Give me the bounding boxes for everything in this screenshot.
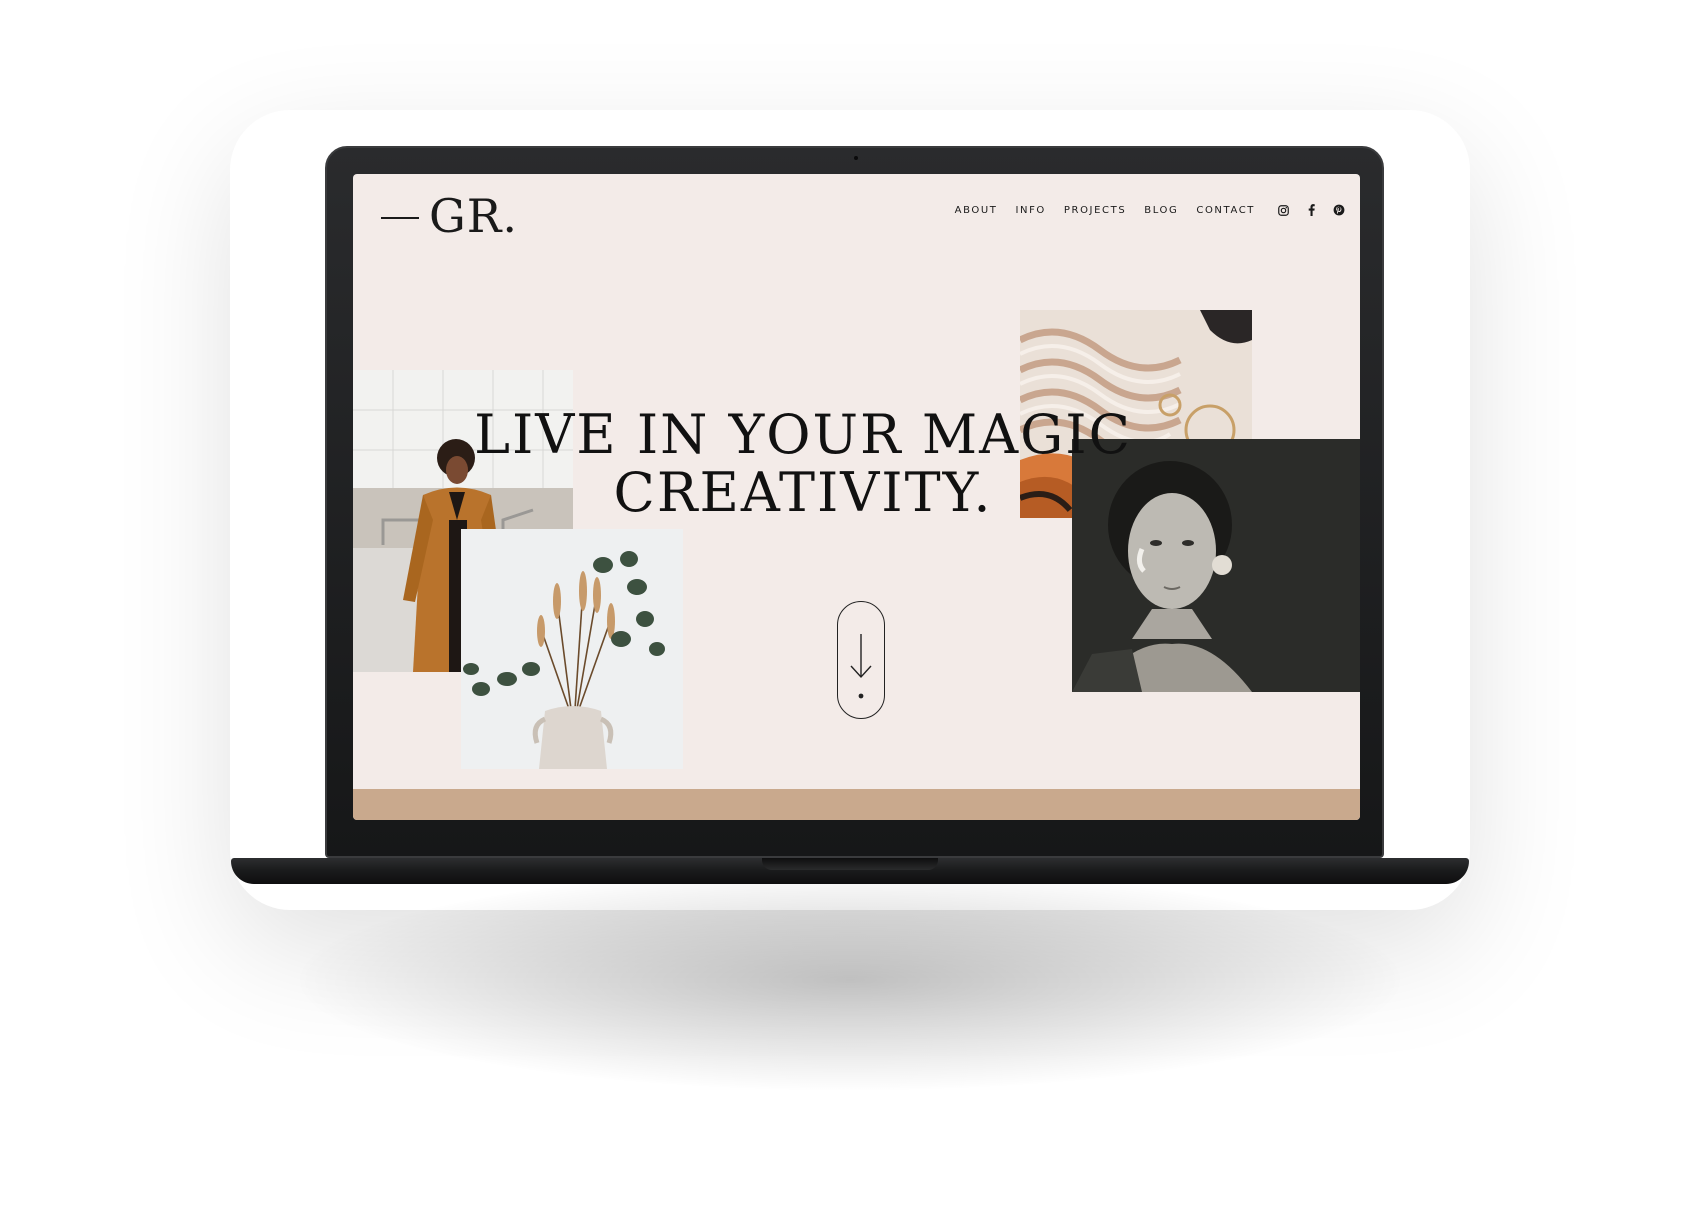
main-nav: ABOUT INFO PROJECTS BLOG CONTACT [937, 204, 1345, 216]
pinterest-icon[interactable] [1333, 204, 1345, 216]
laptop-lid: GR. ABOUT INFO PROJECTS BLOG CONTACT LIV… [325, 146, 1384, 858]
laptop-base [231, 858, 1469, 884]
hero-headline: LIVE IN YOUR MAGIC CREATIVITY. [453, 406, 1153, 522]
headline-line-1: LIVE IN YOUR MAGIC [474, 403, 1132, 466]
scroll-down-button[interactable] [837, 601, 885, 719]
floor-shadow [300, 870, 1400, 1090]
nav-projects[interactable]: PROJECTS [1064, 205, 1126, 216]
headline-line-2: CREATIVITY. [613, 461, 993, 524]
nav-info[interactable]: INFO [1015, 205, 1045, 216]
photo-vase-plant [461, 529, 683, 769]
instagram-icon[interactable] [1277, 204, 1289, 216]
accent-band [353, 789, 1360, 820]
facebook-icon[interactable] [1305, 204, 1317, 216]
camera-dot [854, 156, 858, 160]
base-notch [762, 858, 938, 870]
logo-text: GR. [429, 189, 519, 243]
mockup-stage: GR. ABOUT INFO PROJECTS BLOG CONTACT LIV… [0, 0, 1704, 1211]
laptop-screen: GR. ABOUT INFO PROJECTS BLOG CONTACT LIV… [353, 174, 1360, 820]
nav-contact[interactable]: CONTACT [1196, 205, 1255, 216]
arrow-down-icon [838, 602, 884, 723]
nav-about[interactable]: ABOUT [955, 205, 998, 216]
nav-blog[interactable]: BLOG [1144, 205, 1178, 216]
social-links [1277, 204, 1345, 216]
site-logo[interactable]: GR. [381, 186, 518, 246]
logo-dash [381, 217, 419, 219]
